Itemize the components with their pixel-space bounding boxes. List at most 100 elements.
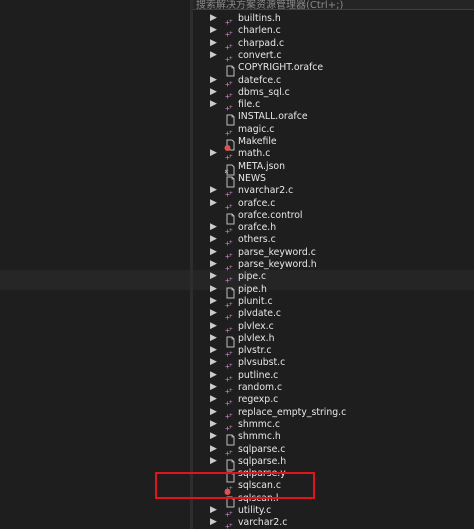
svg-text:+: + <box>229 362 233 369</box>
tree-item[interactable]: ▶ + + replace_empty_string.c <box>193 407 474 421</box>
tree-item[interactable]: ▶ + + plvlex.c <box>193 321 474 335</box>
annotation-highlight-box <box>155 472 315 499</box>
expand-chevron-icon[interactable]: ▶ <box>210 146 217 160</box>
c-file-icon: + + <box>224 25 236 39</box>
file-icon <box>224 431 236 446</box>
svg-text:+: + <box>229 276 233 283</box>
c-file-icon: + + <box>224 50 236 64</box>
c-file-icon: + + <box>224 419 236 433</box>
editor-pane <box>0 0 190 529</box>
tree-item[interactable]: ▶ + + file.c <box>193 97 474 113</box>
tree-item[interactable]: ▶ + + plvsubst.c <box>193 357 474 371</box>
c-file-icon: + + <box>224 13 236 27</box>
tree-item[interactable]: ▶ sqlparse.h <box>193 454 474 471</box>
file-icon <box>224 173 236 188</box>
file-icon <box>224 284 236 299</box>
file-icon <box>224 111 236 126</box>
tree-item[interactable]: ▶ + + parse_keyword.c <box>193 247 474 261</box>
c-file-icon: + + <box>224 271 236 285</box>
tree-item[interactable]: ▶ + + plvstr.c <box>193 345 474 359</box>
json-icon <box>224 161 236 176</box>
tree-item[interactable]: COPYRIGHT.orafce <box>193 62 474 77</box>
c-file-icon: + + <box>224 247 236 261</box>
tree-item[interactable]: Makefile <box>193 136 474 151</box>
tree-item[interactable]: ▶ + + parse_keyword.h <box>193 259 474 273</box>
tree-item[interactable]: ▶ plvlex.h <box>193 333 474 348</box>
tree-item[interactable]: ▶ + + others.c <box>193 234 474 248</box>
c-file-icon: + + <box>224 87 236 101</box>
svg-text:+: + <box>229 129 233 136</box>
svg-text:+: + <box>229 350 233 357</box>
tree-item[interactable]: + + magic.c <box>193 124 474 138</box>
svg-text:+: + <box>229 252 233 259</box>
svg-text:+: + <box>229 227 233 234</box>
svg-text:+: + <box>229 43 233 50</box>
c-file-icon: + + <box>224 394 236 408</box>
tree-item[interactable]: ▶ + + orafce.c <box>193 196 474 212</box>
c-file-icon: + + <box>224 345 236 359</box>
svg-text:+: + <box>229 92 233 99</box>
tree-item[interactable]: ▶ + + dbms_sql.c <box>193 87 474 101</box>
c-file-icon: + + <box>224 407 236 421</box>
svg-text:+: + <box>229 203 233 210</box>
tree-item[interactable]: META.json <box>193 161 474 176</box>
tree-item[interactable]: ▶ pipe.h <box>193 284 474 299</box>
svg-text:+: + <box>229 510 233 517</box>
file-icon <box>224 62 236 77</box>
c-file-icon: + + <box>224 222 236 236</box>
svg-text:+: + <box>229 239 233 246</box>
tree-item[interactable]: ▶ + + builtins.h <box>193 13 474 27</box>
svg-text:+: + <box>229 449 233 456</box>
tree-item[interactable]: ▶ + + shmmc.c <box>193 419 474 433</box>
expand-chevron-icon[interactable]: ▶ <box>210 515 217 529</box>
c-file-icon: + + <box>224 505 236 519</box>
tree-item[interactable]: NEWS <box>193 173 474 188</box>
svg-text:+: + <box>229 190 233 197</box>
tree-item[interactable]: ▶ + + nvarchar2.c <box>193 185 474 199</box>
c-file-icon: + + <box>224 234 236 248</box>
tree-item[interactable]: ▶ + + random.c <box>193 382 474 396</box>
c-file-icon: + + <box>224 38 236 52</box>
tree-item[interactable]: ▶ + + sqlparse.c <box>193 444 474 458</box>
c-file-icon: + + <box>224 308 236 322</box>
tree-item[interactable]: ▶ shmmc.h <box>193 431 474 446</box>
tree-item[interactable]: ▶ + + charlen.c <box>193 25 474 39</box>
svg-text:+: + <box>229 424 233 431</box>
svg-text:+: + <box>229 326 233 333</box>
tree-item[interactable]: ▶ + + utility.c <box>193 505 474 519</box>
tree-item[interactable]: ▶ + + varchar2.c <box>193 517 474 529</box>
expand-chevron-icon[interactable]: ▶ <box>210 97 217 111</box>
solution-explorer-search-input[interactable]: 搜索解决方案资源管理器(Ctrl+;) <box>193 0 474 10</box>
c-file-icon: + + <box>224 444 236 458</box>
c-file-icon: + + <box>224 75 236 89</box>
c-file-icon: + + <box>224 321 236 335</box>
tree-item[interactable]: ▶ + + plunit.c <box>193 296 474 310</box>
file-icon <box>224 333 236 348</box>
c-file-icon: + + <box>224 148 236 162</box>
c-file-icon: + + <box>224 259 236 273</box>
svg-text:+: + <box>229 104 233 111</box>
makefile-icon <box>224 136 236 151</box>
tree-item[interactable]: INSTALL.orafce <box>193 111 474 126</box>
tree-item[interactable]: ▶ + + charpad.c <box>193 38 474 52</box>
c-file-icon: + + <box>224 124 236 138</box>
tree-item[interactable]: ▶ + + plvdate.c <box>193 308 474 322</box>
svg-text:+: + <box>229 80 233 87</box>
tree-item[interactable]: ▶ + + convert.c <box>193 48 474 64</box>
svg-text:+: + <box>229 153 233 160</box>
svg-text:+: + <box>229 18 233 25</box>
tree-item[interactable]: orafce.control <box>193 210 474 225</box>
c-file-icon: + + <box>224 370 236 384</box>
tree-item[interactable]: ▶ + + orafce.h <box>193 222 474 236</box>
expand-chevron-icon[interactable]: ▶ <box>210 196 217 210</box>
c-file-icon: + + <box>224 517 236 529</box>
svg-text:+: + <box>229 387 233 394</box>
svg-text:+: + <box>229 313 233 320</box>
c-file-icon: + + <box>224 382 236 396</box>
tree-item[interactable]: ▶ + + math.c <box>193 146 474 162</box>
expand-chevron-icon[interactable]: ▶ <box>210 48 217 62</box>
expand-chevron-icon[interactable]: ▶ <box>210 454 217 468</box>
tree-item[interactable]: ▶ + + datefce.c <box>193 75 474 89</box>
tree-item[interactable]: ▶ + + putline.c <box>193 370 474 384</box>
tree-item[interactable]: ▶ + + pipe.c <box>193 271 474 285</box>
